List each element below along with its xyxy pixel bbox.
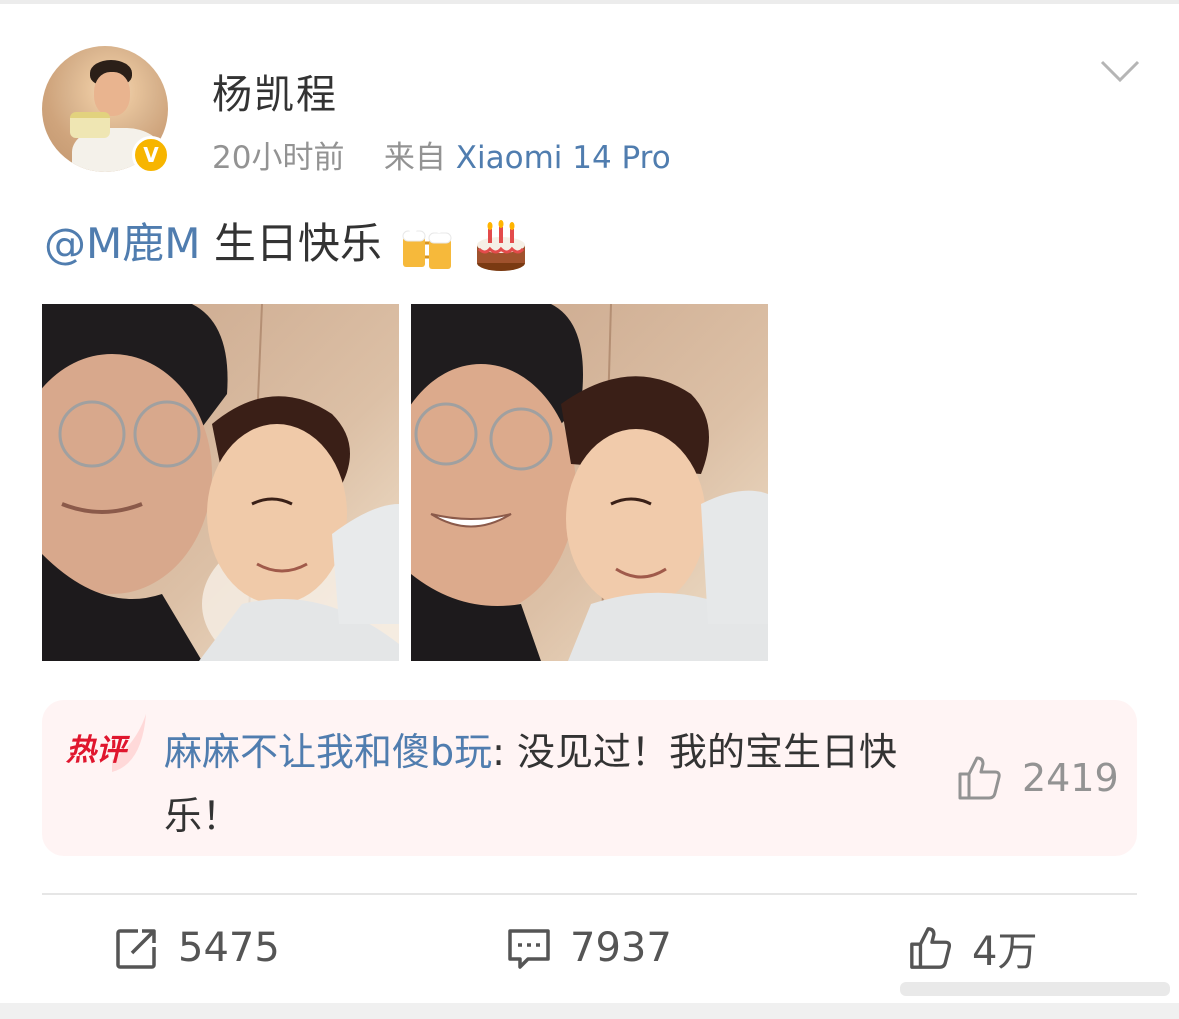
post-text: @M鹿M 生日快乐 (44, 210, 529, 275)
birthday-cake-emoji (476, 219, 525, 271)
verified-badge-icon: V (132, 136, 170, 174)
repost-button[interactable]: 5475 (114, 920, 280, 976)
like-button[interactable]: 4万 (908, 920, 1037, 976)
repost-icon (116, 929, 156, 969)
chevron-down-icon[interactable] (1100, 58, 1140, 84)
beer-mugs-emoji (402, 224, 452, 269)
scroll-indicator (900, 982, 1170, 996)
comment-count: 7937 (570, 925, 672, 971)
action-divider (42, 893, 1137, 895)
post-image-2[interactable] (411, 304, 768, 661)
like-count: 4万 (972, 929, 1038, 975)
source-device[interactable]: Xiaomi 14 Pro (456, 140, 671, 176)
mention-link[interactable]: @M鹿M (44, 219, 200, 268)
hot-comment-like-icon[interactable] (956, 754, 1004, 802)
hot-comment-text: 麻麻不让我和傻b玩: 没见过！我的宝生日快乐！ (164, 720, 904, 848)
thumbs-up-icon (910, 927, 952, 969)
comment-icon (508, 929, 550, 969)
username[interactable]: 杨凯程 (212, 62, 338, 120)
hot-comment-like-count: 2419 (1022, 756, 1119, 800)
hot-badge-text: 热评 (66, 733, 131, 768)
hot-comment-separator: : (492, 730, 505, 774)
hot-comment-user[interactable]: 麻麻不让我和傻b玩 (164, 730, 492, 774)
top-divider (0, 0, 1179, 4)
bottom-bar (0, 1003, 1179, 1019)
post-image-1[interactable] (42, 304, 399, 661)
post-time: 20小时前 (212, 140, 345, 176)
repost-count: 5475 (178, 925, 280, 971)
hot-comment-badge-icon: 热评 (66, 714, 146, 772)
post-meta: 20小时前 来自 Xiaomi 14 Pro (212, 132, 671, 177)
post-body: 生日快乐 (200, 219, 382, 268)
comment-button[interactable]: 7937 (506, 920, 672, 976)
source-prefix: 来自 (383, 140, 446, 176)
